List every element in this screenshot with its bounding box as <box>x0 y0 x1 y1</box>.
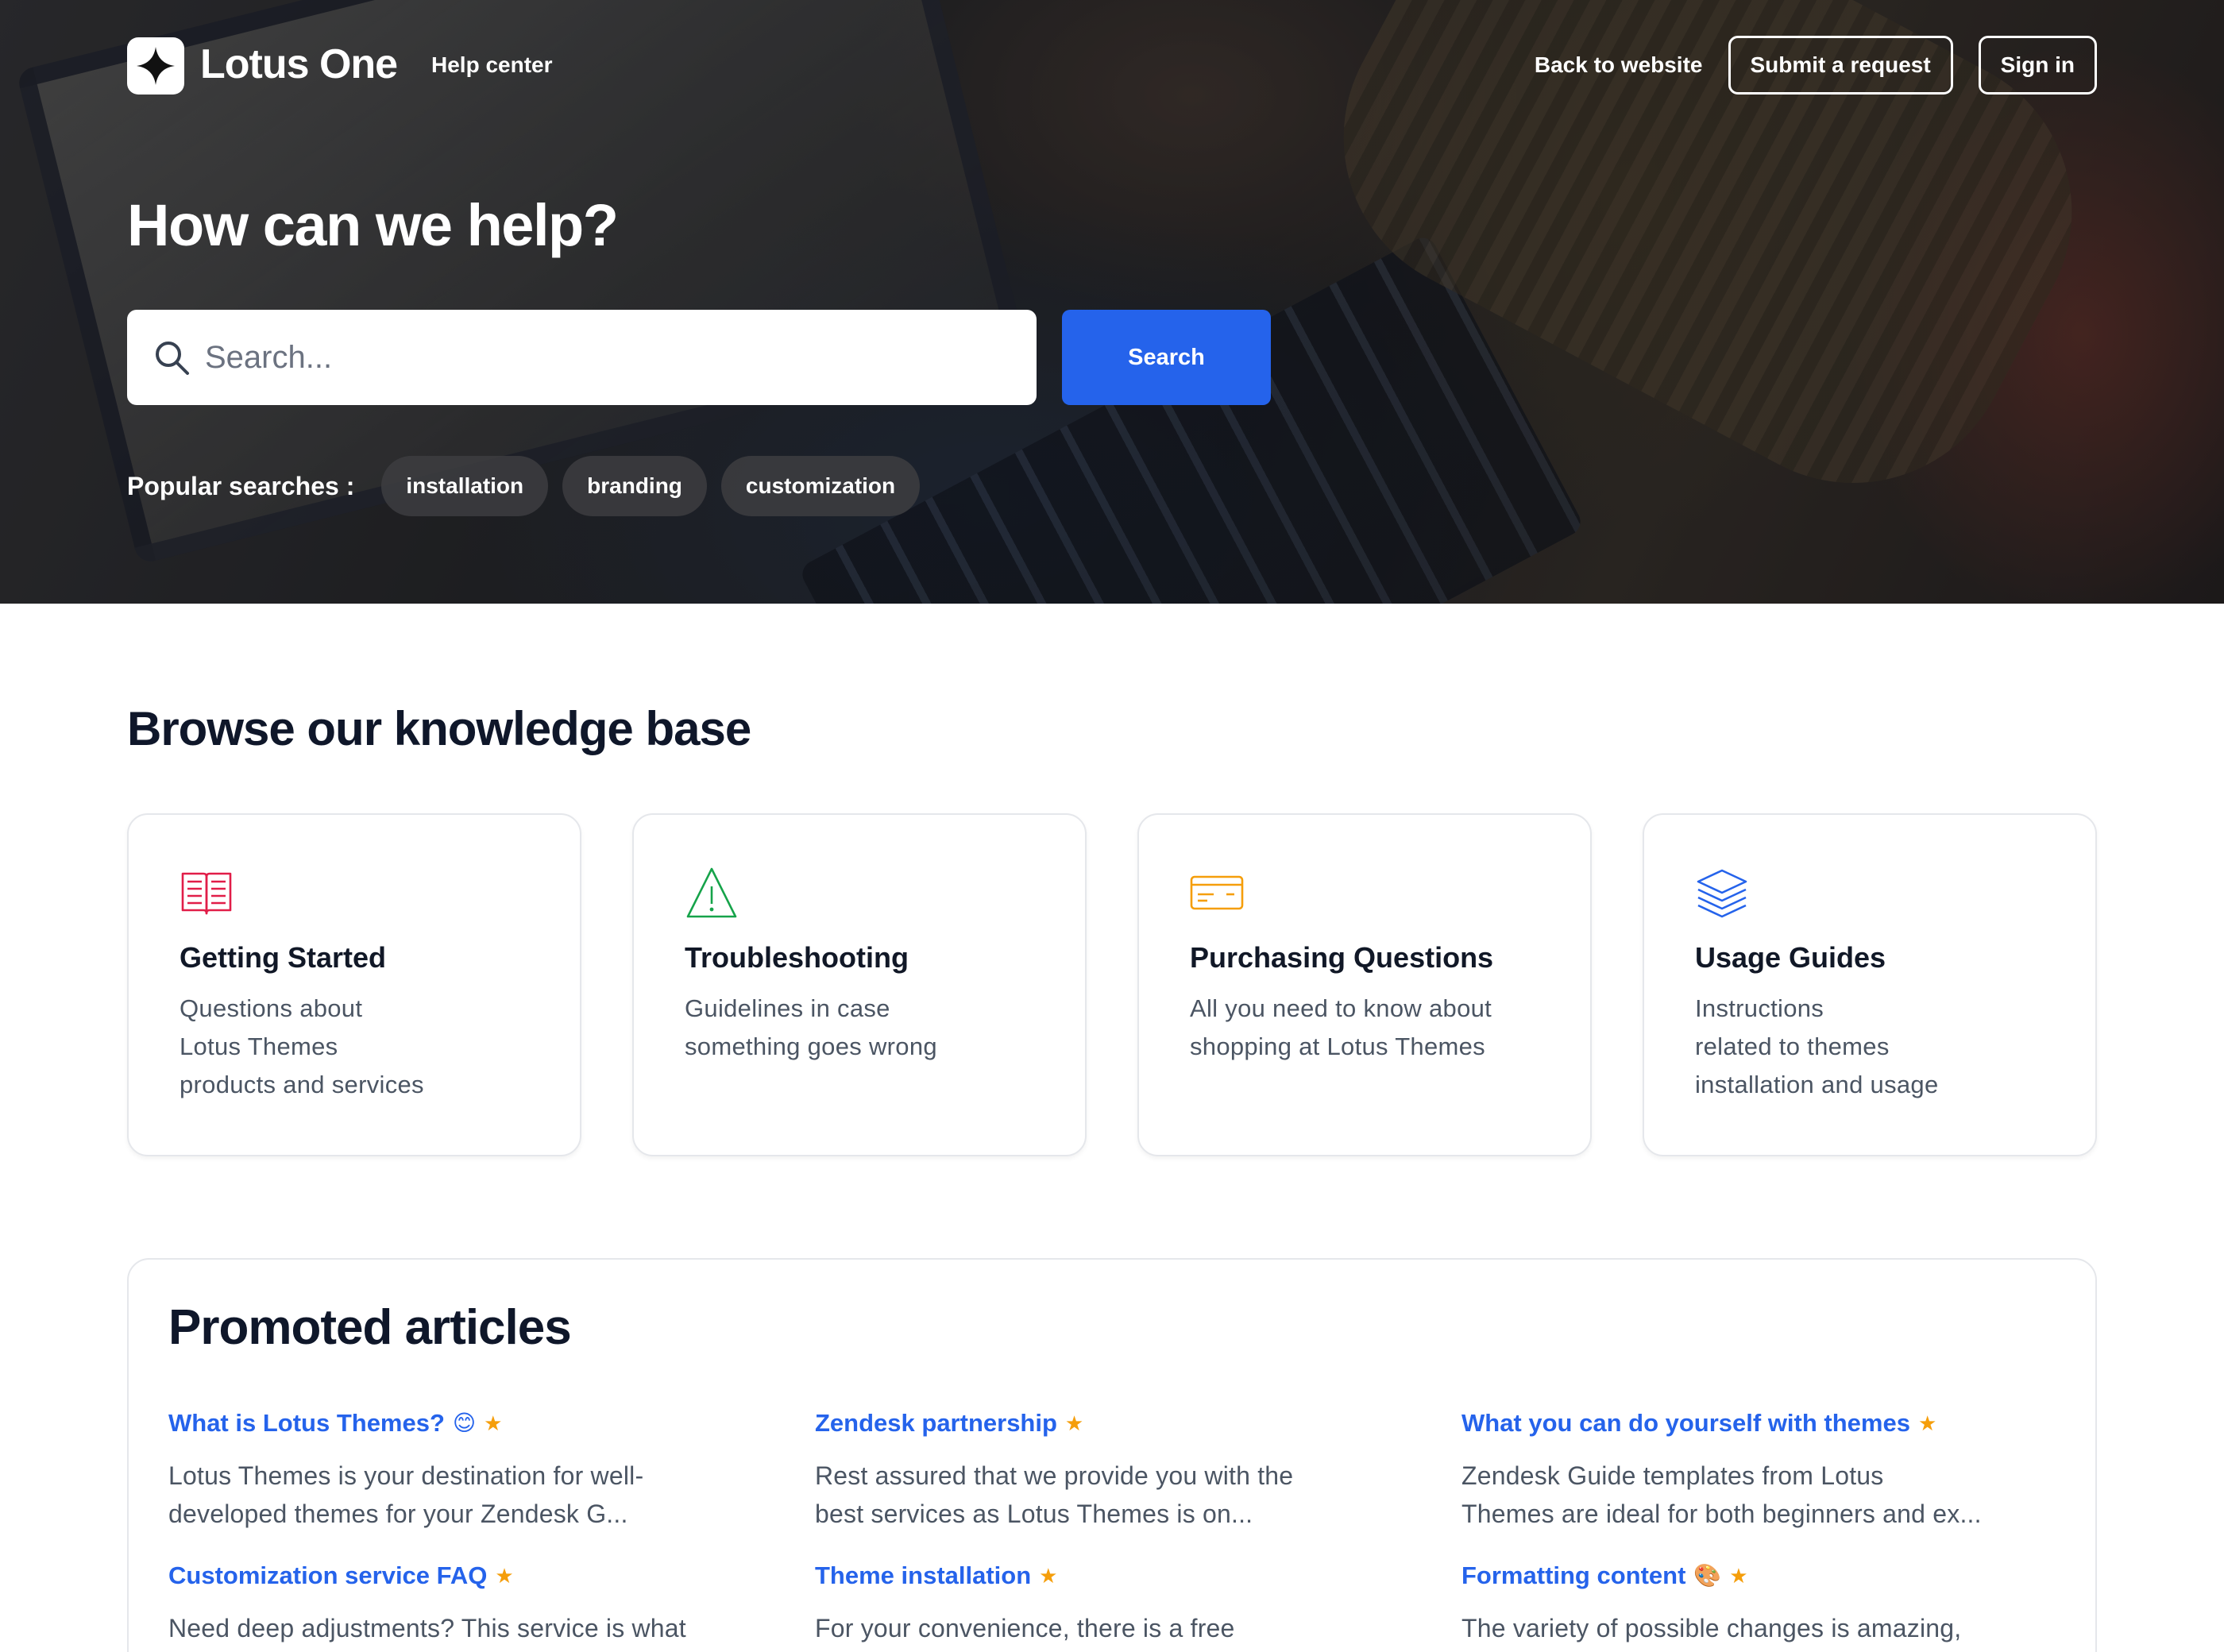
promoted-article: Customization service FAQ ★ Need deep ad… <box>168 1560 772 1647</box>
brand-name[interactable]: Lotus One <box>200 39 398 90</box>
article-excerpt: Rest assured that we provide you with th… <box>815 1457 1419 1533</box>
card-description: Questions about Lotus Themes products an… <box>180 990 424 1104</box>
palette-emoji-icon: 🎨 <box>1693 1563 1722 1588</box>
layers-icon <box>1697 869 1747 918</box>
star-icon: ★ <box>495 1564 514 1588</box>
category-card-getting-started[interactable]: Getting Started Questions about Lotus Th… <box>127 813 581 1156</box>
card-description: All you need to know about shopping at L… <box>1190 990 1492 1066</box>
excerpt-line: The variety of possible changes is amazi… <box>1461 1614 1962 1642</box>
search-button[interactable]: Search <box>1062 310 1271 405</box>
star-icon: ★ <box>484 1411 503 1435</box>
article-title[interactable]: Formatting content <box>1461 1560 1685 1592</box>
card-description-line: All you need to know about <box>1190 994 1492 1022</box>
promoted-article: Theme installation ★ For your convenienc… <box>815 1560 1419 1647</box>
logo-sparkle-icon[interactable] <box>127 37 184 95</box>
card-title: Usage Guides <box>1695 941 1886 974</box>
card-title: Troubleshooting <box>685 941 909 974</box>
popular-chip-installation[interactable]: installation <box>381 456 549 516</box>
promoted-article: Formatting content 🎨 ★ The variety of po… <box>1461 1560 2065 1647</box>
article-title[interactable]: Customization service FAQ <box>168 1560 487 1592</box>
article-excerpt: Lotus Themes is your destination for wel… <box>168 1457 772 1533</box>
card-description-line: shopping at Lotus Themes <box>1190 1032 1485 1060</box>
promoted-article: Zendesk partnership ★ Rest assured that … <box>815 1407 1419 1533</box>
knowledge-base-title: Browse our knowledge base <box>127 702 751 755</box>
search-box[interactable] <box>127 310 1037 405</box>
star-icon: ★ <box>1064 1411 1084 1435</box>
popular-chip-branding[interactable]: branding <box>562 456 707 516</box>
promoted-articles-panel: Promoted articles What is Lotus Themes? … <box>127 1258 2097 1652</box>
card-title: Purchasing Questions <box>1190 941 1494 974</box>
category-card-purchasing-questions[interactable]: Purchasing Questions All you need to kno… <box>1137 813 1592 1156</box>
hero-title: How can we help? <box>127 192 619 258</box>
article-link[interactable]: What you can do yourself with themes ★ <box>1461 1407 2065 1439</box>
excerpt-line: For your convenience, there is a free <box>815 1614 1235 1642</box>
popular-searches-label: Popular searches : <box>127 471 355 500</box>
promoted-articles-title: Promoted articles <box>168 1300 572 1355</box>
article-link[interactable]: Theme installation ★ <box>815 1560 1419 1592</box>
card-description-line: something goes wrong <box>685 1032 937 1060</box>
search-icon <box>156 342 189 375</box>
article-title[interactable]: Zendesk partnership <box>815 1407 1057 1439</box>
search-input[interactable] <box>205 310 1015 405</box>
excerpt-line: Rest assured that we provide you with th… <box>815 1461 1294 1490</box>
star-icon: ★ <box>1917 1411 1937 1435</box>
nav-actions: Back to website Submit a request Sign in <box>1535 36 2097 95</box>
card-description-line: installation and usage <box>1695 1071 1939 1098</box>
article-link[interactable]: Customization service FAQ ★ <box>168 1560 772 1592</box>
promoted-article: What you can do yourself with themes ★ Z… <box>1461 1407 2065 1533</box>
excerpt-line: best services as Lotus Themes is on... <box>815 1500 1253 1528</box>
promoted-article: What is Lotus Themes? 😊 ★ Lotus Themes i… <box>168 1407 772 1533</box>
card-description-line: Lotus Themes <box>180 1032 338 1060</box>
card-description: Guidelines in case something goes wrong <box>685 990 937 1066</box>
article-title[interactable]: What you can do yourself with themes <box>1461 1407 1910 1439</box>
article-excerpt: Zendesk Guide templates from Lotus Theme… <box>1461 1457 2065 1533</box>
star-icon: ★ <box>1039 1564 1058 1588</box>
article-link[interactable]: What is Lotus Themes? 😊 ★ <box>168 1407 772 1439</box>
category-card-troubleshooting[interactable]: Troubleshooting Guidelines in case somet… <box>632 813 1087 1156</box>
hero-banner: Lotus One Help center Back to website Su… <box>0 0 2224 604</box>
excerpt-line: Themes are ideal for both beginners and … <box>1461 1500 1982 1528</box>
article-link[interactable]: Zendesk partnership ★ <box>815 1407 1419 1439</box>
card-description: Instructions related to themes installat… <box>1695 990 1939 1104</box>
sign-in-button[interactable]: Sign in <box>1978 36 2097 95</box>
star-icon: ★ <box>1729 1564 1748 1588</box>
article-link[interactable]: Formatting content 🎨 ★ <box>1461 1560 2065 1592</box>
help-center-label[interactable]: Help center <box>431 52 553 79</box>
article-excerpt: For your convenience, there is a free <box>815 1609 1419 1647</box>
excerpt-line: Zendesk Guide templates from Lotus <box>1461 1461 1884 1490</box>
submit-request-button[interactable]: Submit a request <box>1728 36 1953 95</box>
popular-chip-customization[interactable]: customization <box>720 456 921 516</box>
popular-searches: Popular searches : installation branding… <box>127 456 921 516</box>
article-title[interactable]: What is Lotus Themes? <box>168 1407 445 1439</box>
book-icon <box>181 872 232 915</box>
category-cards: Getting Started Questions about Lotus Th… <box>127 813 2097 1156</box>
card-title: Getting Started <box>180 941 387 974</box>
excerpt-line: developed themes for your Zendesk G... <box>168 1500 628 1528</box>
card-description-line: Questions about <box>180 994 363 1022</box>
excerpt-line: Need deep adjustments? This service is w… <box>168 1614 686 1642</box>
category-card-usage-guides[interactable]: Usage Guides Instructions related to the… <box>1643 813 2097 1156</box>
warning-icon <box>686 867 737 918</box>
back-to-website-link[interactable]: Back to website <box>1535 52 1703 78</box>
card-description-line: products and services <box>180 1071 424 1098</box>
article-title[interactable]: Theme installation <box>815 1560 1031 1592</box>
card-description-line: Instructions <box>1695 994 1824 1022</box>
smile-emoji-icon: 😊 <box>452 1411 477 1435</box>
card-description-line: related to themes <box>1695 1032 1890 1060</box>
article-excerpt: Need deep adjustments? This service is w… <box>168 1609 772 1647</box>
top-navigation: Lotus One Help center Back to website Su… <box>127 36 2097 95</box>
excerpt-line: Lotus Themes is your destination for wel… <box>168 1461 644 1490</box>
card-description-line: Guidelines in case <box>685 994 890 1022</box>
article-excerpt: The variety of possible changes is amazi… <box>1461 1609 2065 1647</box>
credit-card-icon <box>1190 875 1244 910</box>
